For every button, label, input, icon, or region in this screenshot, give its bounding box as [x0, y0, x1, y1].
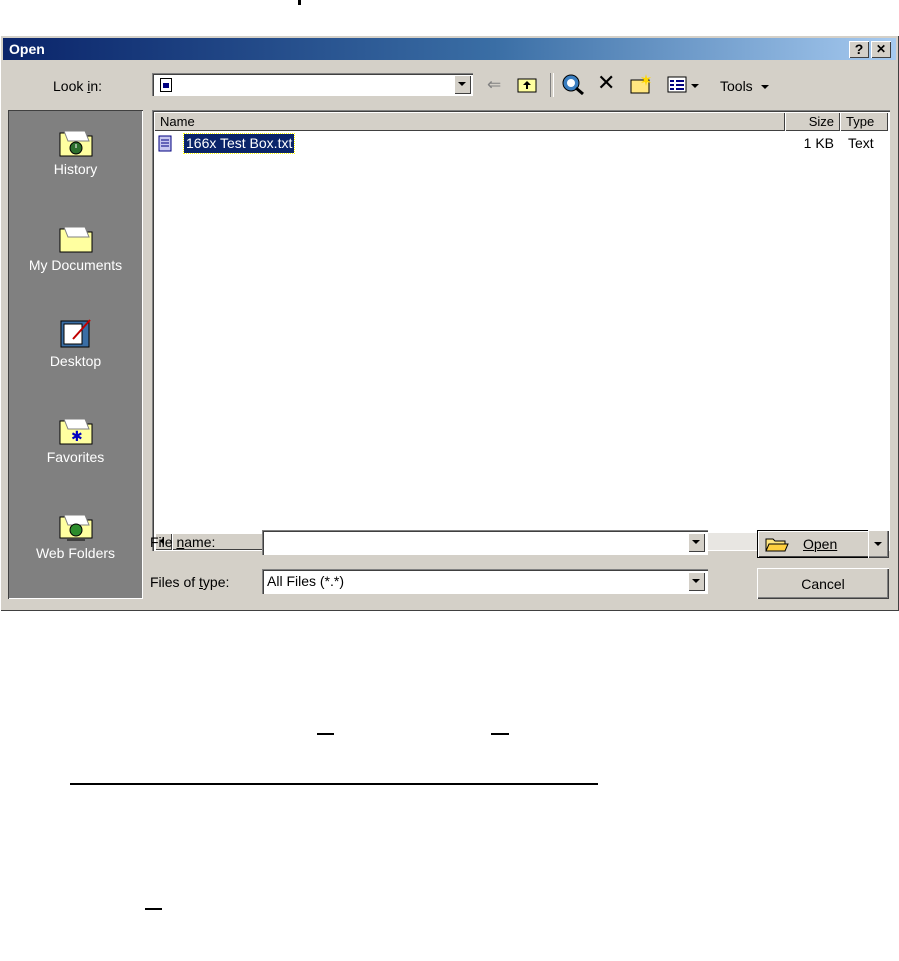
column-header-name[interactable]: Name — [154, 112, 785, 131]
open-button[interactable]: Open — [757, 530, 870, 558]
files-of-type-value: All Files (*.*) — [267, 573, 345, 589]
open-dialog: Open ? ✕ Look in: ⇐ ✕ Tools History My D… — [0, 35, 899, 611]
tools-label: Tools — [720, 78, 753, 94]
toolbar-separator — [550, 73, 554, 97]
column-header-size[interactable]: Size — [785, 112, 840, 131]
file-name-cell: 166x Test Box.txt — [182, 133, 296, 154]
look-in-combo[interactable] — [152, 73, 473, 96]
place-label: History — [53, 161, 98, 177]
file-name-input[interactable] — [262, 530, 708, 555]
up-folder-icon[interactable] — [516, 75, 538, 93]
place-label: My Documents — [28, 257, 123, 273]
search-web-icon[interactable] — [561, 73, 585, 96]
help-button[interactable]: ? — [849, 41, 869, 58]
svg-text:✱: ✱ — [71, 429, 83, 445]
open-dropdown-button[interactable] — [868, 530, 889, 558]
favorites-folder-icon: ✱ — [59, 415, 93, 445]
files-of-type-dropdown-button[interactable] — [688, 572, 705, 591]
cancel-button-label: Cancel — [801, 576, 845, 592]
chevron-down-icon — [874, 542, 882, 546]
views-icon[interactable] — [667, 76, 703, 94]
stray-horizontal-line — [70, 783, 598, 785]
table-row[interactable]: 166x Test Box.txt 1 KB Text — [156, 133, 886, 154]
history-folder-icon — [59, 127, 93, 157]
place-label: Favorites — [46, 449, 105, 465]
look-in-label: Look in: — [53, 78, 103, 94]
file-name-label: File name: — [150, 534, 216, 550]
desktop-icon — [59, 319, 93, 349]
place-web-folders[interactable]: Web Folders — [8, 511, 143, 561]
place-desktop[interactable]: Desktop — [8, 319, 143, 369]
text-file-icon — [158, 135, 172, 152]
close-button[interactable]: ✕ — [871, 41, 891, 58]
back-icon[interactable]: ⇐ — [487, 76, 509, 93]
stray-mark-top — [298, 0, 301, 5]
place-my-documents[interactable]: My Documents — [8, 223, 143, 273]
stray-mark-2 — [491, 733, 509, 735]
column-header-type[interactable]: Type — [840, 112, 888, 131]
dialog-title: Open — [9, 41, 45, 57]
file-size-cell: 1 KB — [803, 135, 834, 151]
tools-menu[interactable]: Tools — [720, 78, 769, 94]
place-history[interactable]: History — [8, 127, 143, 177]
open-folder-icon — [765, 535, 789, 556]
title-bar[interactable]: Open ? ✕ — [3, 38, 896, 60]
file-type-cell: Text — [848, 135, 874, 151]
file-list[interactable]: Name Size Type 166x Test Box.txt 1 KB Te… — [152, 110, 890, 551]
look-in-folder-icon — [160, 78, 172, 92]
web-folders-icon — [59, 511, 93, 541]
files-of-type-label: Files of type: — [150, 574, 230, 590]
open-button-label: Open — [803, 536, 838, 552]
place-label: Web Folders — [35, 545, 116, 561]
chevron-down-icon — [760, 85, 769, 90]
place-label: Desktop — [49, 353, 102, 369]
file-name-dropdown-button[interactable] — [688, 533, 705, 552]
stray-mark-3 — [145, 908, 162, 910]
stray-mark-1 — [317, 733, 334, 735]
place-favorites[interactable]: ✱ Favorites — [8, 415, 143, 465]
files-of-type-select[interactable]: All Files (*.*) — [262, 569, 708, 594]
delete-icon[interactable]: ✕ — [597, 72, 619, 94]
cancel-button[interactable]: Cancel — [757, 568, 889, 599]
places-bar: History My Documents Desktop ✱ Favorites… — [8, 110, 143, 599]
my-documents-folder-icon — [59, 223, 93, 253]
new-folder-icon[interactable] — [629, 73, 653, 95]
look-in-dropdown-button[interactable] — [454, 75, 471, 94]
